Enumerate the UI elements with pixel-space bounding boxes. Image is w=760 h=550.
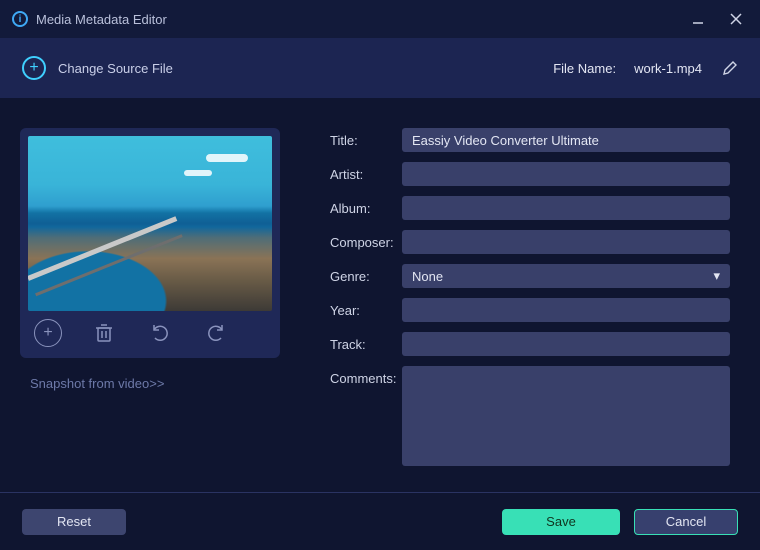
file-name-value: work-1.mp4	[634, 61, 702, 76]
thumbnail-panel: + Snapshot from video>>	[20, 128, 280, 482]
album-field[interactable]	[402, 196, 730, 220]
add-source-icon[interactable]: +	[22, 56, 46, 80]
save-button[interactable]: Save	[502, 509, 620, 535]
comments-field[interactable]	[402, 366, 730, 466]
close-button[interactable]	[724, 7, 748, 31]
thumbnail-add-button[interactable]: +	[34, 319, 62, 347]
main-content: + Snapshot from video>> Title: Artist:	[0, 98, 760, 492]
year-field[interactable]	[402, 298, 730, 322]
title-label: Title:	[330, 128, 392, 148]
footer: Reset Save Cancel	[0, 492, 760, 550]
thumbnail-card: +	[20, 128, 280, 358]
titlebar: i Media Metadata Editor	[0, 0, 760, 38]
year-label: Year:	[330, 298, 392, 318]
album-label: Album:	[330, 196, 392, 216]
track-label: Track:	[330, 332, 392, 352]
thumbnail-delete-button[interactable]	[90, 319, 118, 347]
composer-field[interactable]	[402, 230, 730, 254]
reset-button[interactable]: Reset	[22, 509, 126, 535]
window-title: Media Metadata Editor	[36, 12, 167, 27]
minimize-button[interactable]	[686, 7, 710, 31]
genre-label: Genre:	[330, 264, 392, 284]
snapshot-from-video-link[interactable]: Snapshot from video>>	[20, 376, 280, 391]
thumbnail-undo-button[interactable]	[146, 319, 174, 347]
genre-select[interactable]: None ▾	[402, 264, 730, 288]
toolbar: + Change Source File File Name: work-1.m…	[0, 38, 760, 98]
edit-filename-icon[interactable]	[722, 60, 738, 76]
composer-label: Composer:	[330, 230, 392, 250]
thumbnail-redo-button[interactable]	[202, 319, 230, 347]
artist-field[interactable]	[402, 162, 730, 186]
file-name-label: File Name:	[553, 61, 616, 76]
thumbnail-controls: +	[28, 311, 272, 355]
metadata-form: Title: Artist: Album: Composer: Genre: N…	[330, 128, 730, 482]
cancel-button[interactable]: Cancel	[634, 509, 738, 535]
app-info-icon: i	[12, 11, 28, 27]
track-field[interactable]	[402, 332, 730, 356]
artist-label: Artist:	[330, 162, 392, 182]
video-thumbnail	[28, 136, 272, 311]
change-source-button[interactable]: Change Source File	[58, 61, 173, 76]
chevron-down-icon: ▾	[713, 268, 720, 284]
title-field[interactable]	[402, 128, 730, 152]
genre-selected-value: None	[412, 269, 443, 284]
comments-label: Comments:	[330, 366, 392, 386]
